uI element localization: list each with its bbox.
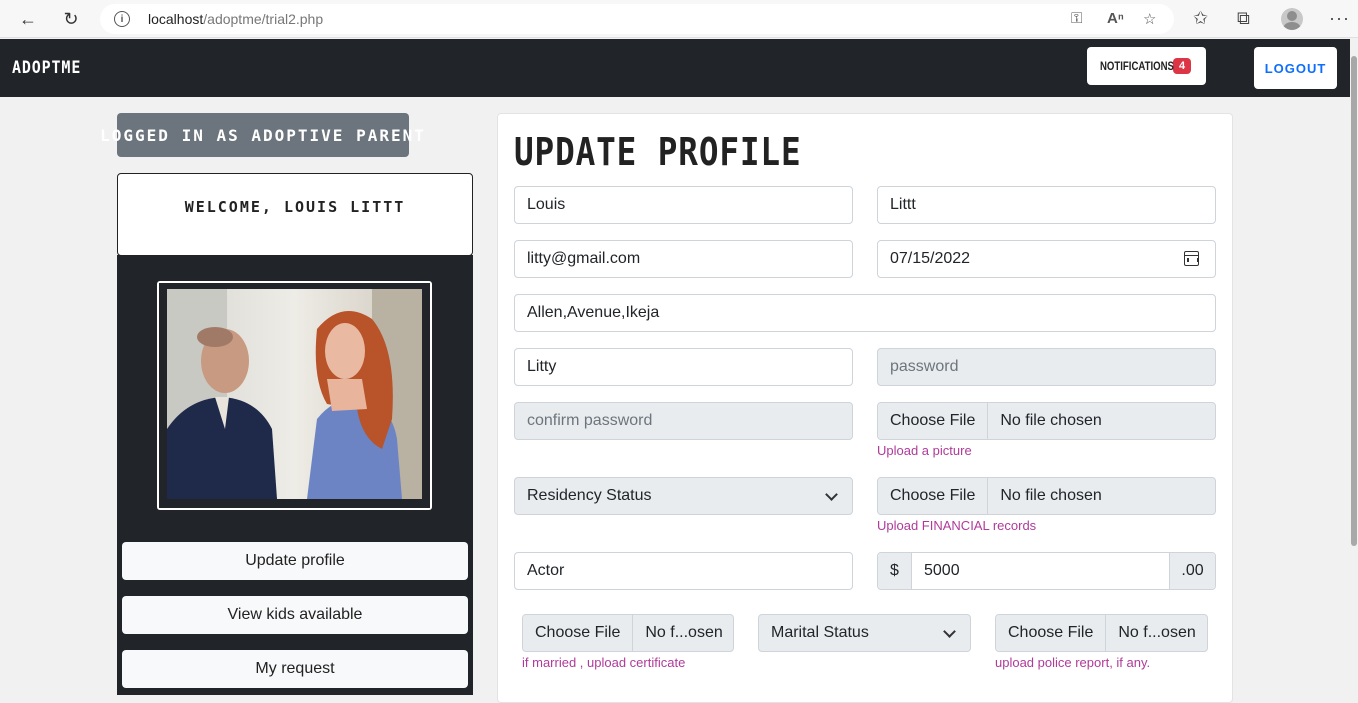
chevron-down-icon [943,625,956,638]
residency-status-select[interactable]: Residency Status [514,477,853,515]
marriage-help-text: if married , upload certificate [522,655,686,670]
last-name-value: Littt [890,196,916,213]
address-value: Allen,Avenue,Ikeja [527,304,660,321]
calendar-icon[interactable] [1184,251,1199,266]
marital-status-value: Marital Status [771,624,869,641]
notifications-count-badge: 4 [1173,58,1192,74]
profile-photo-frame [157,281,432,510]
profile-avatar-icon[interactable] [1281,8,1303,30]
marriage-file-name: No f...osen [645,624,723,641]
income-input[interactable]: 5000 [912,553,1169,589]
username-value: Litty [527,358,557,375]
date-of-birth-input[interactable]: 07/15/2022 [877,240,1216,278]
financial-file-name: No file chosen [1000,487,1102,504]
my-request-button[interactable]: My request [122,650,468,688]
url-host: localhost [148,11,204,27]
back-arrow-icon[interactable]: ← [15,6,41,32]
app-navbar: ADOPTME NOTIFICATIONS 4 LOGOUT [0,39,1350,97]
financial-choose-file-button[interactable]: Choose File [878,478,989,514]
marriage-choose-file-button[interactable]: Choose File [523,615,634,651]
income-input-group[interactable]: $ 5000 .00 [877,552,1216,590]
first-name-value: Louis [527,196,566,213]
notifications-button[interactable]: NOTIFICATIONS 4 [1087,47,1206,85]
scrollbar-thumb[interactable] [1351,56,1357,546]
collections-icon[interactable]: ⧉ [1237,8,1250,29]
email-input[interactable]: litty@gmail.com [514,240,853,278]
add-favorite-icon[interactable]: ☆ [1143,10,1156,28]
logout-button[interactable]: LOGOUT [1254,47,1337,89]
police-choose-file-button[interactable]: Choose File [996,615,1107,651]
currency-prefix: $ [878,553,912,589]
confirm-password-placeholder: confirm password [527,412,653,429]
email-value: litty@gmail.com [527,250,641,267]
police-report-file-input[interactable]: Choose File No f...osen [995,614,1208,652]
role-badge: LOGGED IN AS ADOPTIVE PARENT [100,113,424,157]
view-kids-button[interactable]: View kids available [122,596,468,634]
brand-logo[interactable]: ADOPTME [12,58,81,78]
notifications-label: NOTIFICATIONS [1100,59,1174,73]
read-aloud-icon[interactable]: Aⁿ [1107,10,1124,27]
update-profile-button[interactable]: Update profile [122,542,468,580]
reload-icon[interactable]: ↻ [58,6,84,32]
url-path: /adoptme/trial2.php [203,11,324,27]
currency-suffix: .00 [1169,553,1215,589]
financial-file-input[interactable]: Choose File No file chosen [877,477,1216,515]
password-placeholder: password [890,358,959,375]
date-of-birth-value: 07/15/2022 [890,250,971,267]
picture-file-input[interactable]: Choose File No file chosen [877,402,1216,440]
picture-help-text: Upload a picture [877,443,972,458]
page-title: UPDATE PROFILE [514,130,802,174]
police-file-name: No f...osen [1118,624,1196,641]
username-input[interactable]: Litty [514,348,853,386]
chevron-down-icon [825,488,838,501]
favorites-icon[interactable]: ✩ [1193,8,1208,29]
address-bar[interactable]: i localhost/adoptme/trial2.php [100,4,1174,34]
last-name-input[interactable]: Littt [877,186,1216,224]
password-input[interactable]: password [877,348,1216,386]
marriage-certificate-file-input[interactable]: Choose File No f...osen [522,614,734,652]
police-help-text: upload police report, if any. [995,655,1151,670]
key-icon[interactable]: ⚿ [1071,10,1082,27]
financial-help-text: Upload FINANCIAL records [877,518,1037,533]
occupation-input[interactable]: Actor [514,552,853,590]
profile-photo [167,289,422,499]
address-input[interactable]: Allen,Avenue,Ikeja [514,294,1216,332]
picture-choose-file-button[interactable]: Choose File [878,403,989,439]
confirm-password-input[interactable]: confirm password [514,402,853,440]
picture-file-name: No file chosen [1000,412,1102,429]
site-info-icon[interactable]: i [114,11,130,27]
first-name-input[interactable]: Louis [514,186,853,224]
welcome-heading: WELCOME, LOUIS LITTT [117,173,473,256]
residency-status-value: Residency Status [527,487,652,504]
occupation-value: Actor [527,562,565,579]
marital-status-select[interactable]: Marital Status [758,614,971,652]
more-menu-icon[interactable]: ··· [1329,8,1350,29]
browser-toolbar: ← ↻ i localhost/adoptme/trial2.php ⚿ Aⁿ … [0,0,1358,38]
